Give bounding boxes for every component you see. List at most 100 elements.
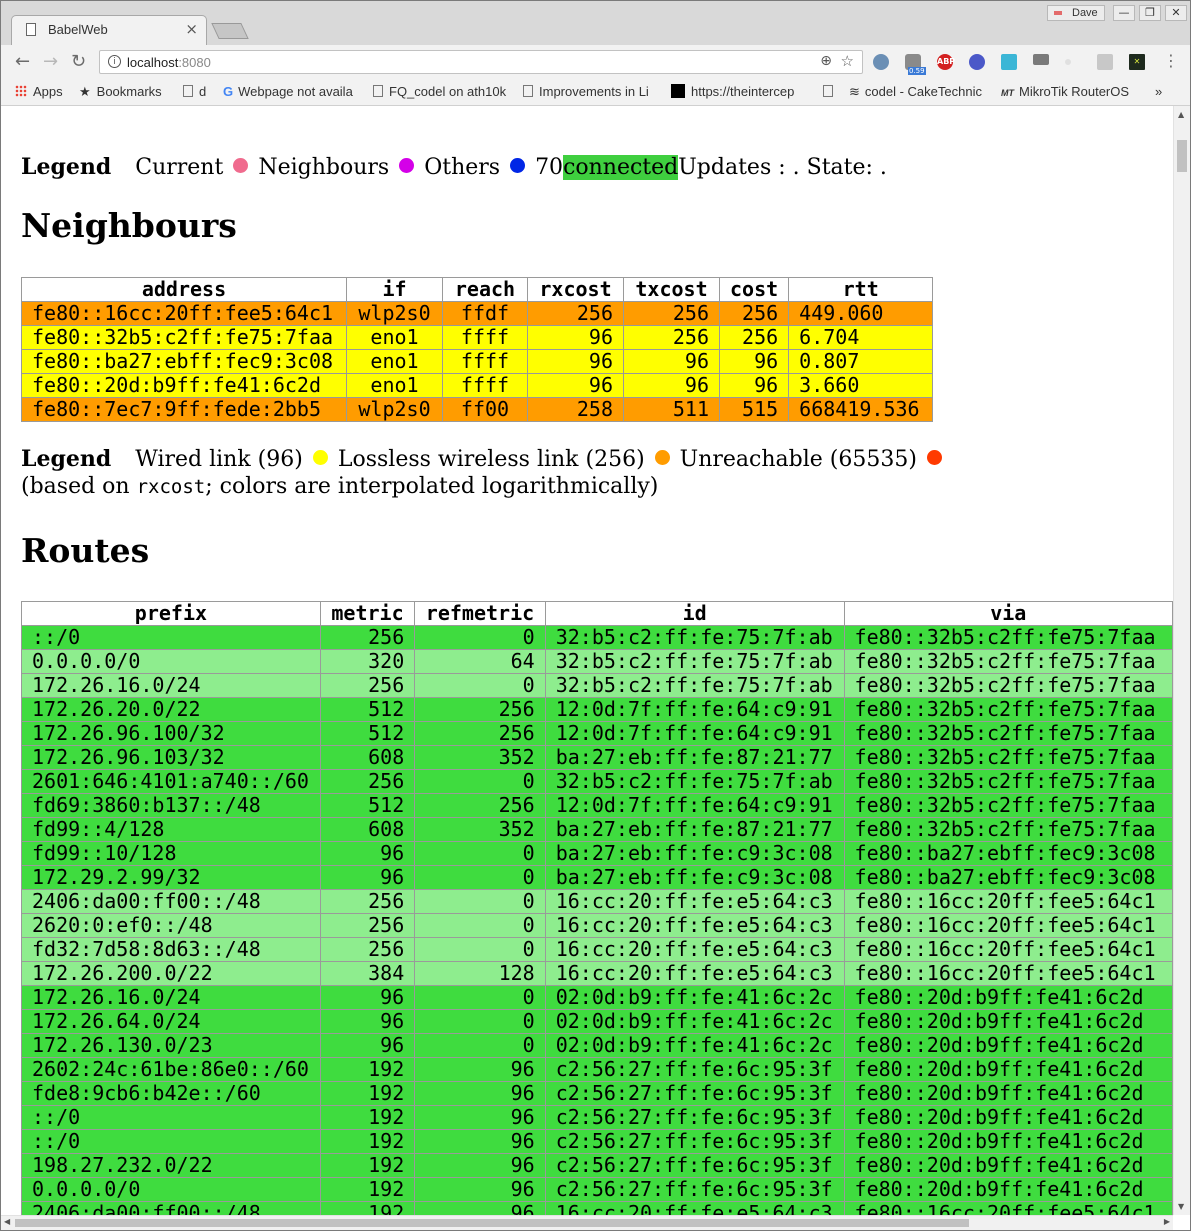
route-prefix-cell: fde8:9cb6:b42e::/60 bbox=[21, 1081, 321, 1106]
page-icon bbox=[823, 85, 833, 97]
legend-current: Current bbox=[135, 155, 224, 180]
route-row: fd99::4/128 608 352 ba:27:eb:ff:fe:87:21:77… bbox=[21, 817, 1173, 842]
vertical-scrollbar[interactable]: ▲ ▼ bbox=[1173, 106, 1190, 1215]
link-legend: Legend Wired link (96) Lossless wireless l… bbox=[21, 446, 952, 501]
tab-babelweb[interactable]: BabelWeb × bbox=[11, 15, 207, 45]
globe-extension-icon[interactable] bbox=[969, 54, 985, 70]
scroll-up-icon[interactable]: ▲ bbox=[1178, 110, 1184, 119]
route-id-cell: 02:0d:b9:ff:fe:41:6c:2c bbox=[544, 1009, 845, 1034]
maximize-button[interactable]: ❐ bbox=[1139, 5, 1161, 21]
route-refmetric-cell: 0 bbox=[414, 1009, 546, 1034]
bookmarks-overflow-button[interactable]: » bbox=[1155, 84, 1162, 99]
route-id-cell: ba:27:eb:ff:fe:87:21:77 bbox=[544, 745, 845, 770]
route-via-cell: fe80::20d:b9ff:fe41:6c2d bbox=[843, 1105, 1173, 1130]
address-bar[interactable]: i localhost:8080 ⊕ ☆ bbox=[99, 50, 863, 74]
monitor-extension-icon[interactable] bbox=[1033, 54, 1049, 65]
vertical-scroll-thumb[interactable] bbox=[1177, 140, 1187, 172]
route-row: 0.0.0.0/0 192 96 c2:56:27:ff:fe:6c:95:3f fe8… bbox=[21, 1177, 1173, 1202]
adblock-extension-icon[interactable]: ABP bbox=[937, 54, 955, 70]
bookmark-intercept[interactable]: https://theintercep bbox=[671, 84, 807, 99]
menu-icon[interactable]: ⋮ bbox=[1163, 51, 1179, 70]
route-row: 172.26.20.0/22 512 256 12:0d:7f:ff:fe:64:c9… bbox=[21, 697, 1173, 722]
bookmark-d[interactable]: d bbox=[183, 84, 206, 99]
bookmark-blank[interactable] bbox=[823, 84, 839, 99]
bookmark-mikrotik[interactable]: MT MikroTik RouterOS bbox=[1001, 84, 1135, 99]
route-row: 2406:da00:ff00::/48 256 0 16:cc:20:ff:fe:e5… bbox=[21, 889, 1173, 914]
route-refmetric-cell: 0 bbox=[414, 985, 546, 1010]
route-refmetric-cell: 256 bbox=[414, 697, 546, 722]
route-id-cell: c2:56:27:ff:fe:6c:95:3f bbox=[544, 1105, 845, 1130]
cube-extension-icon[interactable] bbox=[1001, 54, 1017, 70]
route-via-cell: fe80::ba27:ebff:fec9:3c08 bbox=[843, 841, 1173, 866]
stopwatch-extension-icon[interactable] bbox=[873, 54, 889, 70]
route-row: 172.26.64.0/24 96 0 02:0d:b9:ff:fe:41:6c:2c… bbox=[21, 1009, 1173, 1034]
neighbour-if-cell: wlp2s0 bbox=[346, 397, 443, 422]
route-prefix-cell: 198.27.232.0/22 bbox=[21, 1153, 321, 1178]
bookmark-label: codel - CakeTechnic bbox=[864, 84, 982, 99]
route-refmetric-cell: 0 bbox=[414, 889, 546, 914]
route-metric-cell: 512 bbox=[319, 697, 416, 722]
route-row: 198.27.232.0/22 192 96 c2:56:27:ff:fe:6c:95… bbox=[21, 1153, 1173, 1178]
lock-extension-icon[interactable] bbox=[1097, 54, 1113, 70]
x-extension-icon[interactable]: ✕ bbox=[1129, 54, 1145, 70]
updates-state: Updates : . State: . bbox=[678, 155, 887, 180]
close-window-button[interactable]: ✕ bbox=[1165, 5, 1187, 21]
route-row: ::/0 192 96 c2:56:27:ff:fe:6c:95:3f fe80::20… bbox=[21, 1129, 1173, 1154]
neighbour-cost-cell: 256 bbox=[718, 325, 790, 350]
col-cost: cost bbox=[718, 277, 790, 302]
minimize-button[interactable]: — bbox=[1113, 5, 1135, 21]
new-tab-button[interactable] bbox=[211, 23, 249, 39]
route-prefix-cell: ::/0 bbox=[21, 1129, 321, 1154]
dot-extension-icon[interactable] bbox=[1065, 59, 1071, 65]
route-id-cell: 12:0d:7f:ff:fe:64:c9:91 bbox=[544, 721, 845, 746]
page-icon bbox=[183, 85, 193, 97]
scroll-down-icon[interactable]: ▼ bbox=[1178, 1202, 1184, 1211]
reload-button[interactable]: ↻ bbox=[71, 51, 86, 72]
back-button[interactable]: ← bbox=[15, 51, 30, 72]
route-row: fde8:9cb6:b42e::/60 192 96 c2:56:27:ff:fe:6… bbox=[21, 1081, 1173, 1106]
route-via-cell: fe80::ba27:ebff:fec9:3c08 bbox=[843, 865, 1173, 890]
scroll-left-icon[interactable]: ◀ bbox=[4, 1217, 10, 1226]
neighbours-header-row: address if reach rxcost txcost cost rtt bbox=[21, 277, 934, 302]
route-metric-cell: 608 bbox=[319, 817, 416, 842]
forward-button[interactable]: → bbox=[43, 51, 58, 72]
bookmark-webpage[interactable]: G Webpage not availa bbox=[223, 84, 359, 99]
bookmark-codel[interactable]: ≋ codel - CakeTechnic bbox=[849, 84, 987, 100]
horizontal-scrollbar[interactable]: ◀ ▶ bbox=[1, 1215, 1173, 1230]
unreachable-dot-icon bbox=[926, 450, 942, 465]
bookmark-apps[interactable]: Apps bbox=[15, 84, 63, 99]
apps-grid-icon bbox=[15, 85, 27, 97]
neighbour-if-cell: eno1 bbox=[346, 325, 443, 350]
bookmark-fq-codel[interactable]: FQ_codel on ath10k bbox=[373, 84, 509, 99]
horizontal-scroll-thumb[interactable] bbox=[15, 1219, 969, 1227]
legend-title: Legend bbox=[21, 154, 112, 180]
mikrotik-icon: MT bbox=[1001, 88, 1014, 98]
route-via-cell: fe80::20d:b9ff:fe41:6c2d bbox=[843, 1009, 1173, 1034]
url-host: localhost bbox=[127, 55, 179, 70]
bookmark-bookmarks[interactable]: ★ Bookmarks bbox=[79, 84, 162, 100]
route-refmetric-cell: 96 bbox=[414, 1081, 546, 1106]
scroll-right-icon[interactable]: ▶ bbox=[1164, 1217, 1170, 1226]
info-icon[interactable]: i bbox=[108, 55, 121, 68]
route-row: 172.29.2.99/32 96 0 ba:27:eb:ff:fe:c9:3c:08… bbox=[21, 865, 1173, 890]
route-row: 172.26.16.0/24 256 0 32:b5:c2:ff:fe:75:7f:a… bbox=[21, 673, 1173, 698]
route-prefix-cell: 2602:24c:61be:86e0::/60 bbox=[21, 1057, 321, 1082]
route-refmetric-cell: 96 bbox=[414, 1201, 546, 1215]
tab-close-icon[interactable]: × bbox=[185, 20, 198, 38]
profile-button[interactable]: Dave bbox=[1047, 5, 1105, 21]
neighbour-reach-cell: ffff bbox=[442, 373, 528, 398]
bookmark-improvements[interactable]: Improvements in Li bbox=[523, 84, 659, 99]
legend-note-after: ; colors are interpolated logarithmicall… bbox=[205, 474, 659, 499]
neighbour-rxcost-cell: 96 bbox=[527, 325, 624, 350]
route-id-cell: 12:0d:7f:ff:fe:64:c9:91 bbox=[544, 697, 845, 722]
neighbour-txcost-cell: 256 bbox=[623, 301, 720, 326]
route-refmetric-cell: 0 bbox=[414, 937, 546, 962]
url-text: localhost:8080 bbox=[127, 55, 211, 70]
zoom-icon[interactable]: ⊕ bbox=[820, 53, 832, 69]
star-icon: ★ bbox=[79, 84, 91, 99]
col-rxcost: rxcost bbox=[527, 277, 624, 302]
bookmark-star-icon[interactable]: ☆ bbox=[841, 52, 854, 70]
legend-others: Others bbox=[424, 155, 501, 180]
route-via-cell: fe80::32b5:c2ff:fe75:7faa bbox=[843, 793, 1173, 818]
route-refmetric-cell: 0 bbox=[414, 625, 546, 650]
